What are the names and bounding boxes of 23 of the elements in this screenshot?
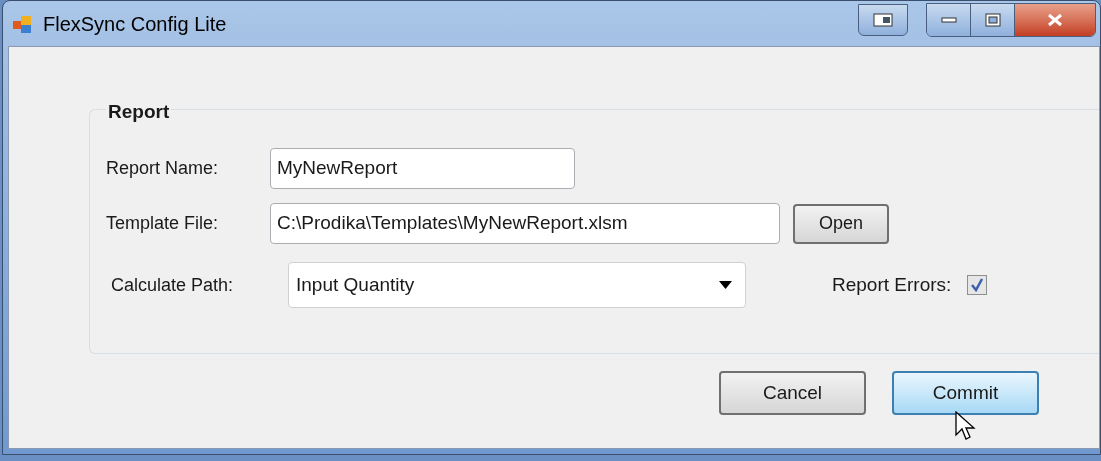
field-label: Calculate Path:: [110, 273, 235, 297]
close-icon: [1046, 12, 1064, 27]
window-title: FlexSync Config Lite: [43, 11, 227, 37]
check-icon: [970, 278, 985, 292]
checkbox-label: Report Errors:: [832, 272, 952, 297]
dialog-button[interactable]: Cancel: [719, 371, 866, 415]
window-icon: [873, 12, 893, 27]
field-label: Template File:: [105, 212, 220, 235]
maximize-button[interactable]: [971, 3, 1015, 36]
field-label: Report Name:: [105, 157, 220, 180]
caret-icon: [719, 281, 732, 289]
cursor-icon: [955, 411, 977, 443]
dialog-button[interactable]: Commit: [892, 371, 1039, 415]
dropdown[interactable]: Input Quantity: [288, 262, 746, 308]
maximize-icon: [984, 12, 1001, 27]
open-button[interactable]: Open: [793, 203, 889, 244]
close-button[interactable]: [1015, 3, 1095, 36]
checkbox[interactable]: [967, 275, 988, 295]
minimize-button[interactable]: [927, 3, 971, 36]
snap-button[interactable]: [858, 3, 908, 36]
text-field[interactable]: MyNewReport: [270, 148, 575, 189]
text-field[interactable]: C:\Prodika\Templates\MyNewReport.xlsm: [270, 203, 780, 244]
minimize-icon: [940, 16, 957, 23]
